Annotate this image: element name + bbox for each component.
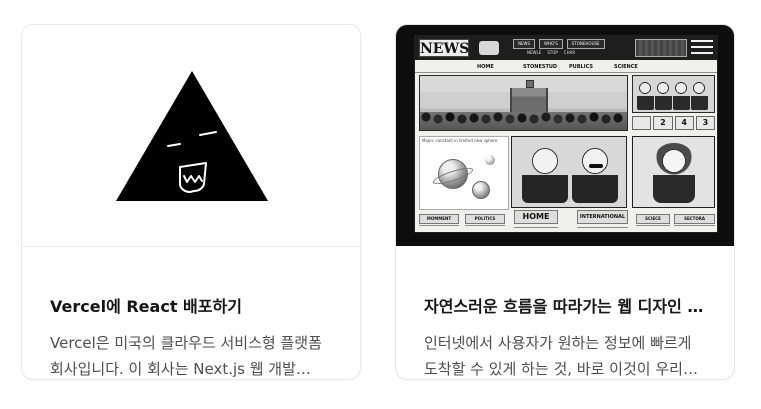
masthead-menu-item: STONEHOUSE <box>566 39 605 49</box>
post-card-body: 자연스러운 흐름을 따라가는 웹 디자인 … 인터넷에서 사용자가 원하는 정보… <box>396 246 734 379</box>
news-nav: HOME STONESTUD PUBLICS SCIENCE <box>415 62 717 73</box>
section-label: INTERNATIONAL <box>577 210 628 224</box>
section-label: SECTORA <box>674 214 715 224</box>
hero-illustration <box>419 75 628 131</box>
masthead: NEWS NEWS WHO'S STONEHOUSE NEWLE STOP CH… <box>415 36 717 60</box>
logo-icon <box>479 41 499 55</box>
masthead-submenu-item: NEWLE <box>527 50 542 55</box>
portrait-illustration <box>511 136 627 208</box>
masthead-title: NEWS <box>419 39 470 57</box>
masthead-submenu-item: CHAR <box>563 50 576 55</box>
number-tile: 2 <box>653 116 673 130</box>
masthead-ad-box <box>635 39 687 57</box>
post-card-body: Vercel에 React 배포하기 Vercel은 미국의 클라우드 서비스형… <box>22 246 360 379</box>
post-card[interactable]: Vercel에 React 배포하기 Vercel은 미국의 클라우드 서비스형… <box>21 24 361 380</box>
portrait-row <box>632 75 715 113</box>
masthead-submenu: NEWLE STOP CHAR <box>527 50 575 55</box>
masthead-menu-item: WHO'S <box>539 39 563 49</box>
post-list: Vercel에 React 배포하기 Vercel은 미국의 클라우드 서비스형… <box>0 0 761 409</box>
portrait-illustration <box>632 136 715 208</box>
planet-icon <box>472 181 490 199</box>
number-tiles: 2 4 3 <box>632 116 715 130</box>
post-description: Vercel은 미국의 클라우드 서비스형 플랫폼 회사입니다. 이 회사는 N… <box>50 334 322 378</box>
number-tile: 3 <box>695 116 715 130</box>
section-label: POLITICS <box>465 214 505 224</box>
news-page-illustration: NEWS NEWS WHO'S STONEHOUSE NEWLE STOP CH… <box>414 35 718 233</box>
section-label: SCIECE <box>636 214 670 224</box>
post-thumbnail <box>22 25 360 247</box>
post-title[interactable]: Vercel에 React 배포하기 <box>50 296 336 318</box>
section-label: HOME <box>514 210 558 224</box>
masthead-submenu-item: STOP <box>547 50 558 55</box>
news-nav-item: HOME <box>477 64 494 70</box>
section-label: MOMMENT <box>419 214 459 224</box>
news-nav-item: STONESTUD <box>523 64 558 70</box>
number-tile <box>632 116 652 130</box>
space-illustration: Moon: constant in limited new sphere <box>419 136 509 210</box>
post-description: 인터넷에서 사용자가 원하는 정보에 빠르게 도착할 수 있게 하는 것, 바로… <box>424 334 698 378</box>
masthead-menu-item: NEWS <box>513 39 536 49</box>
planet-icon <box>485 155 495 165</box>
text-lines <box>419 224 715 232</box>
crowd-illustration <box>420 112 627 130</box>
post-title[interactable]: 자연스러운 흐름을 따라가는 웹 디자인 … <box>424 296 710 318</box>
post-thumbnail: NEWS NEWS WHO'S STONEHOUSE NEWLE STOP CH… <box>396 25 734 246</box>
news-illustration: NEWS NEWS WHO'S STONEHOUSE NEWLE STOP CH… <box>396 25 734 246</box>
vercel-triangle-icon <box>116 71 268 201</box>
masthead-menu: NEWS WHO'S STONEHOUSE <box>513 39 605 49</box>
news-nav-item: PUBLICS <box>569 64 593 70</box>
news-nav-item: SCIENCE <box>614 64 638 70</box>
number-tile: 4 <box>674 116 694 130</box>
space-caption: Moon: constant in limited new sphere <box>422 138 498 143</box>
post-card[interactable]: NEWS NEWS WHO'S STONEHOUSE NEWLE STOP CH… <box>395 24 735 380</box>
hamburger-icon <box>691 40 713 56</box>
